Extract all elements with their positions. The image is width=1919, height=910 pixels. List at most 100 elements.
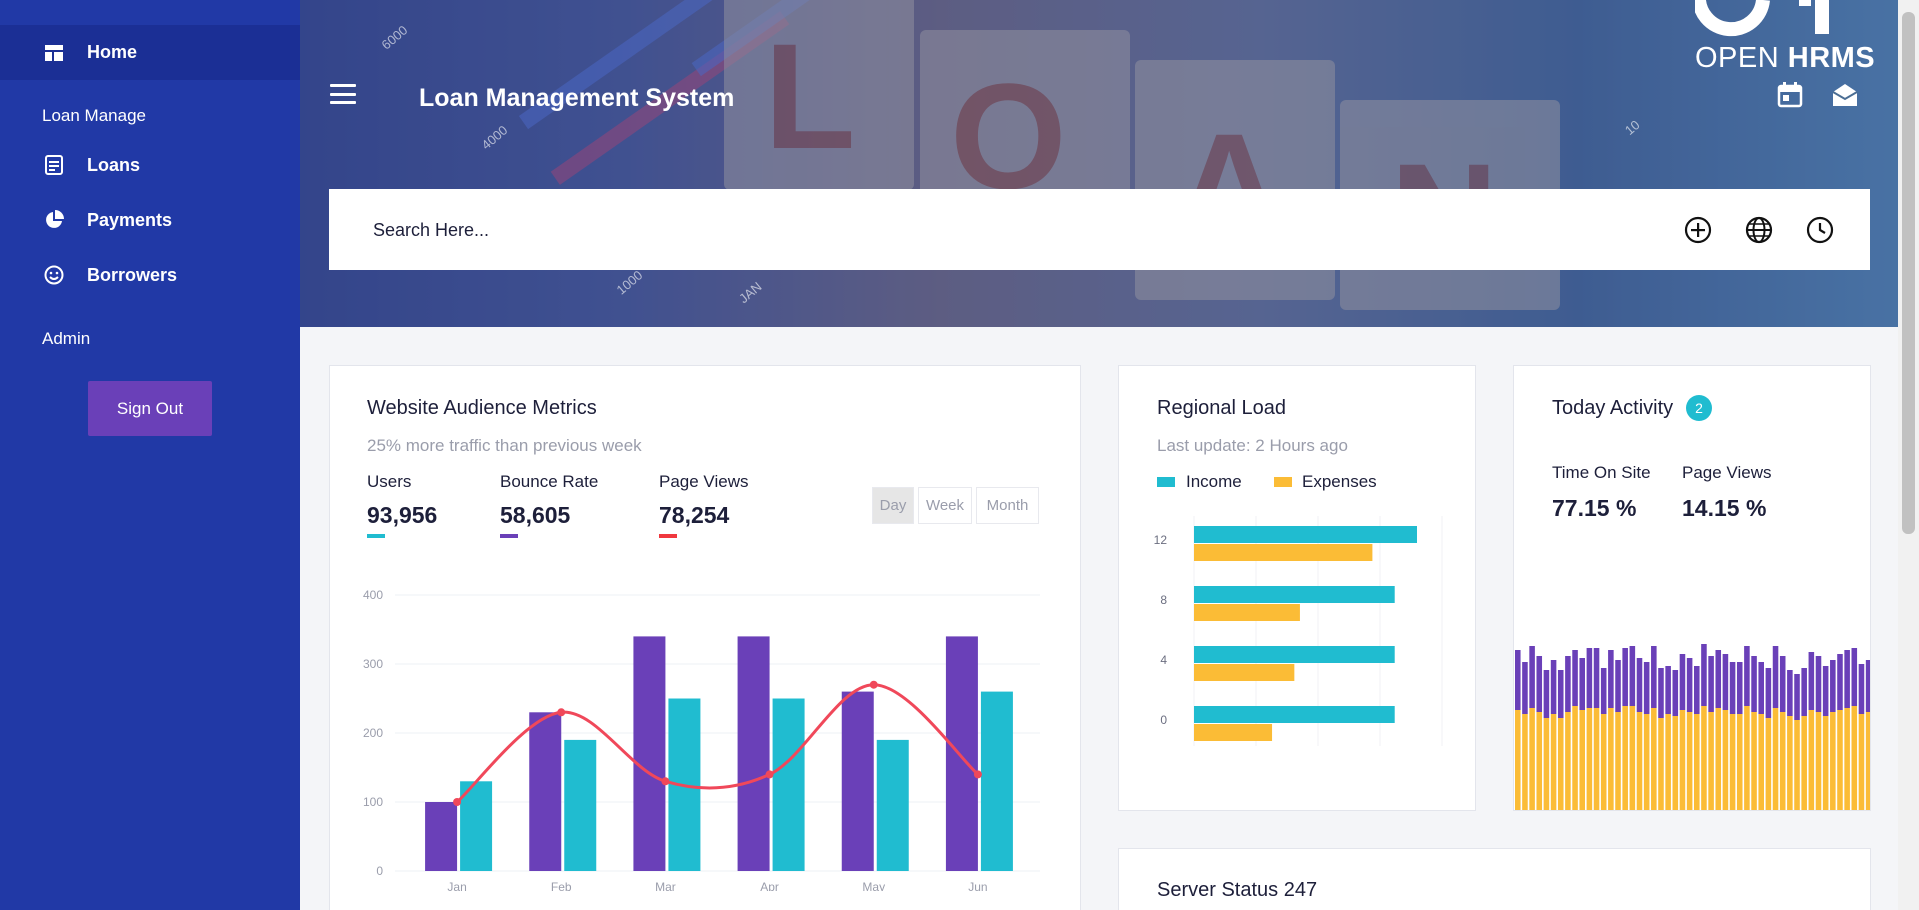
bar — [1779, 712, 1786, 810]
range-day-button[interactable]: Day — [872, 487, 914, 524]
bar — [1600, 668, 1607, 714]
add-circle-icon[interactable] — [1684, 216, 1712, 244]
banner-overlay — [300, 0, 1898, 327]
metric-indicator — [500, 534, 518, 538]
bar — [1194, 724, 1273, 741]
bar — [1751, 656, 1757, 712]
bar — [1858, 664, 1865, 714]
card-subtitle: 25% more traffic than previous week — [367, 436, 642, 455]
bar — [1658, 718, 1664, 810]
bar — [1194, 664, 1295, 681]
bar — [1643, 662, 1650, 714]
stat-value-time-on-site: 77.15 % — [1552, 495, 1637, 521]
y-tick-label: 0 — [1160, 713, 1167, 727]
bar — [1815, 656, 1822, 712]
x-tick-label: Jan — [447, 880, 466, 891]
bar — [1543, 718, 1550, 810]
bar — [1643, 714, 1650, 810]
bar — [1557, 718, 1564, 810]
bar — [1701, 644, 1707, 706]
bar — [1851, 706, 1858, 810]
bar — [529, 712, 562, 871]
bar — [1808, 710, 1815, 810]
bar — [1636, 658, 1643, 712]
y-tick-label: 4 — [1160, 653, 1167, 667]
sidebar-item-loans[interactable]: Loans — [0, 145, 300, 185]
legend-swatch-expenses — [1274, 477, 1292, 487]
bar — [1787, 716, 1793, 810]
range-month-button[interactable]: Month — [976, 487, 1039, 524]
scrollbar-thumb[interactable] — [1902, 12, 1915, 534]
bar — [1708, 656, 1714, 712]
bar — [1651, 646, 1657, 708]
line-point — [661, 777, 670, 786]
bar — [1665, 666, 1671, 714]
bar — [1729, 662, 1736, 714]
sidebar-item-home[interactable]: Home — [0, 25, 300, 80]
sidebar: Home Loan Manage Loans Payments Borrower… — [0, 0, 300, 910]
x-tick-label: Jun — [968, 880, 987, 891]
bar — [1708, 712, 1714, 810]
bar — [1808, 652, 1815, 710]
document-list-icon — [43, 154, 65, 176]
bar — [1550, 714, 1557, 810]
bar — [1522, 662, 1528, 714]
calendar-icon[interactable] — [1777, 82, 1805, 108]
y-tick-label: 100 — [363, 795, 383, 809]
legend-label-income: Income — [1186, 472, 1242, 491]
bar — [1765, 718, 1772, 810]
bar — [1572, 650, 1578, 706]
hamburger-menu-icon[interactable] — [330, 84, 356, 104]
bar — [1572, 706, 1578, 810]
sidebar-item-label: Borrowers — [87, 264, 178, 285]
y-tick-label: 300 — [363, 657, 383, 671]
bar — [1694, 666, 1700, 714]
bar — [1822, 666, 1829, 716]
bar — [1772, 708, 1779, 810]
bar — [1729, 714, 1736, 810]
search-input[interactable] — [373, 213, 1273, 247]
metric-value-bounce-rate: 58,605 — [500, 502, 571, 528]
brand-logo: OPEN HRMS — [1695, 0, 1875, 108]
bar — [1736, 714, 1743, 810]
bar — [1722, 710, 1729, 810]
bar — [1815, 712, 1822, 810]
bar — [841, 691, 874, 871]
bar — [1672, 670, 1679, 716]
bar — [1593, 648, 1600, 708]
sidebar-item-borrowers[interactable]: Borrowers — [0, 255, 300, 295]
globe-icon[interactable] — [1745, 216, 1773, 244]
bar — [1522, 714, 1528, 810]
x-tick-label: Apr — [760, 880, 779, 891]
today-activity-card: Today Activity 2 Time On Site 77.15 % Pa… — [1513, 365, 1871, 811]
bar — [1851, 648, 1858, 706]
metric-value-page-views: 78,254 — [659, 502, 730, 528]
bar — [1615, 712, 1621, 810]
card-title: Website Audience Metrics — [367, 397, 597, 419]
regional-load-card: Regional Load Last update: 2 Hours ago I… — [1118, 365, 1476, 811]
section-label-admin: Admin — [42, 329, 91, 348]
bar — [1801, 716, 1807, 810]
metric-label-page-views: Page Views — [659, 472, 749, 491]
bar — [1194, 604, 1300, 621]
bar — [1744, 646, 1750, 706]
bar — [980, 691, 1013, 871]
search-bar — [329, 189, 1870, 270]
range-week-button[interactable]: Week — [918, 487, 972, 524]
bar — [1686, 658, 1693, 712]
clock-icon[interactable] — [1806, 216, 1834, 244]
sidebar-item-label: Payments — [87, 209, 173, 230]
bar — [1787, 670, 1793, 716]
line-point — [557, 708, 566, 717]
bar — [1844, 650, 1850, 708]
section-label-loan-manage: Loan Manage — [42, 106, 146, 125]
y-tick-label: 0 — [376, 864, 383, 878]
card-title: Server Status 247 — [1157, 879, 1318, 901]
bar — [1794, 674, 1800, 720]
sign-out-button[interactable]: Sign Out — [88, 381, 212, 436]
bar — [564, 739, 597, 871]
sidebar-item-payments[interactable]: Payments — [0, 200, 300, 240]
bar — [1844, 708, 1850, 810]
mail-open-icon[interactable] — [1831, 82, 1859, 108]
header-banner: L O A N 6000 4000 1000 10 JAN — [300, 0, 1898, 327]
